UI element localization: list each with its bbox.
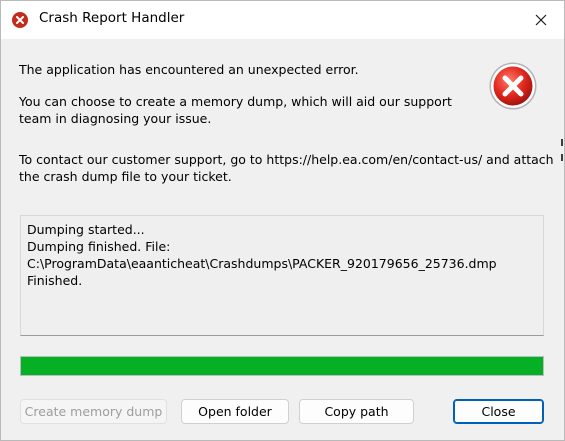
dump-log-textbox[interactable]: Dumping started... Dumping finished. File… xyxy=(20,215,544,336)
progress-fill xyxy=(21,357,543,375)
window-edge-mark xyxy=(561,154,563,161)
memory-dump-info-line-2: team in diagnosing your issue. xyxy=(19,111,212,126)
support-info-line-1: To contact our customer support, go to h… xyxy=(19,152,554,167)
log-line: Dumping started... xyxy=(27,222,145,237)
crash-report-dialog: Crash Report Handler The application has… xyxy=(0,0,565,441)
support-info-line-2: the crash dump file to your ticket. xyxy=(19,169,232,184)
close-icon xyxy=(535,14,547,26)
log-line: Dumping finished. File: xyxy=(27,239,171,254)
title-bar[interactable]: Crash Report Handler xyxy=(1,1,564,39)
open-folder-button[interactable]: Open folder xyxy=(181,399,289,424)
log-line: C:\ProgramData\eaanticheat\Crashdumps\PA… xyxy=(27,256,497,271)
window-title: Crash Report Handler xyxy=(39,10,185,26)
memory-dump-info-line-1: You can choose to create a memory dump, … xyxy=(19,94,452,109)
copy-path-button[interactable]: Copy path xyxy=(299,399,414,424)
error-icon xyxy=(489,62,537,110)
error-icon xyxy=(12,12,28,28)
log-line: Finished. xyxy=(27,273,83,288)
dump-progress-bar xyxy=(20,356,544,376)
window-edge-mark xyxy=(561,139,563,146)
close-button[interactable]: Close xyxy=(453,399,544,424)
error-message: The application has encountered an unexp… xyxy=(19,62,359,77)
close-window-button[interactable] xyxy=(518,1,564,39)
create-memory-dump-button[interactable]: Create memory dump xyxy=(20,399,167,424)
